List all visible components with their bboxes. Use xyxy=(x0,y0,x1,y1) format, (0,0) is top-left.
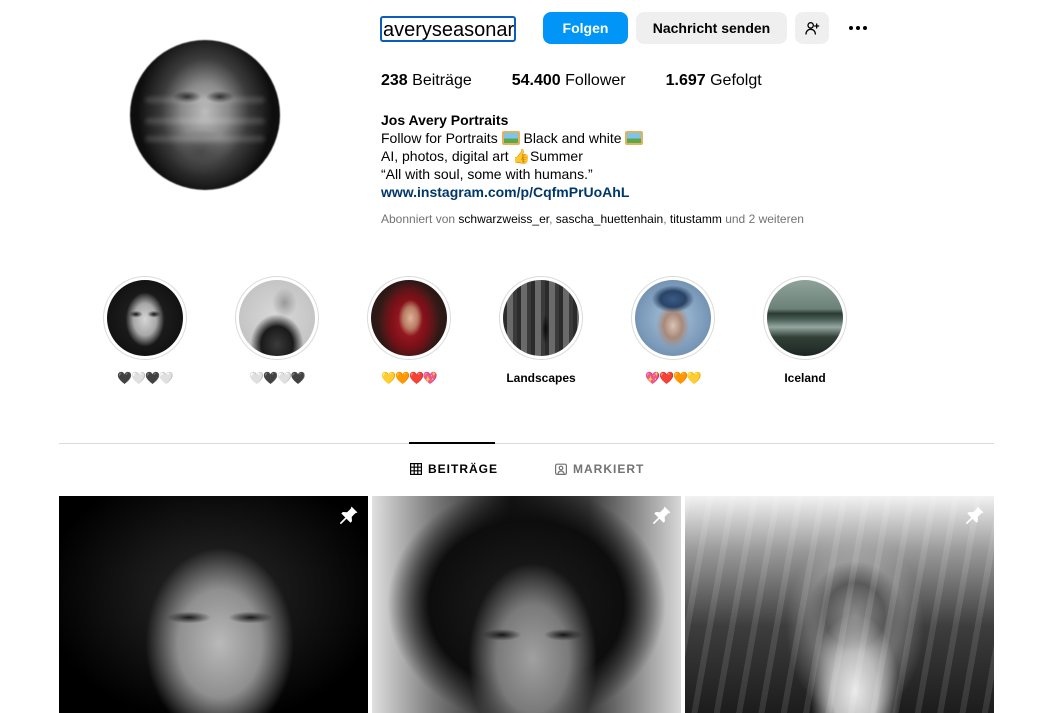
tagged-icon xyxy=(555,463,567,475)
highlight-label: 💛🧡❤️💖 xyxy=(381,371,438,385)
following-count-value: 1.697 xyxy=(665,72,706,89)
more-options-button[interactable] xyxy=(842,12,874,44)
highlight-cover xyxy=(239,280,315,356)
post-thumbnail[interactable] xyxy=(372,496,681,713)
framed-picture-icon xyxy=(501,131,520,145)
suggest-user-button[interactable] xyxy=(795,12,829,44)
grid-icon xyxy=(410,463,422,475)
bio-line-2-text-a: AI, photos, digital art xyxy=(381,148,513,164)
highlight-ring xyxy=(763,276,847,360)
highlight-item[interactable]: Iceland xyxy=(763,276,847,386)
highlight-cover xyxy=(767,280,843,356)
bio-line-2: AI, photos, digital art 👍Summer xyxy=(381,147,643,165)
followed-by-user-1[interactable]: schwarzweiss_er xyxy=(458,212,549,226)
followed-by-separator: , xyxy=(663,212,670,226)
profile-bio: Jos Avery Portraits Follow for Portraits… xyxy=(381,111,644,201)
tab-tagged-label: MARKIERT xyxy=(573,462,645,476)
post-thumbnail[interactable] xyxy=(685,496,994,713)
highlight-label: Landscapes xyxy=(506,371,576,385)
following-count-label: Gefolgt xyxy=(710,72,762,89)
pin-icon xyxy=(340,506,358,524)
highlight-label: 🖤🤍🖤🤍 xyxy=(117,371,174,385)
highlight-label: Iceland xyxy=(784,371,826,385)
followers-count-label: Follower xyxy=(565,72,626,89)
highlight-cover xyxy=(107,280,183,356)
highlight-item[interactable]: 🤍🖤🤍🖤 xyxy=(235,276,319,386)
followers-count[interactable]: 54.400 Follower xyxy=(512,72,626,90)
pin-icon xyxy=(966,506,984,524)
highlight-item[interactable]: Landscapes xyxy=(499,276,583,386)
followed-by-separator: , xyxy=(549,212,556,226)
follow-button[interactable]: Folgen xyxy=(543,12,628,44)
tab-tagged[interactable]: MARKIERT xyxy=(555,462,644,476)
highlight-ring xyxy=(631,276,715,360)
highlight-ring xyxy=(367,276,451,360)
tab-posts[interactable]: BEITRÄGE xyxy=(410,462,498,476)
highlight-item[interactable]: 💛🧡❤️💖 xyxy=(367,276,451,386)
post-image-texture xyxy=(685,496,994,713)
pin-icon xyxy=(653,506,671,524)
profile-stats: 238 Beiträge 54.400 Follower 1.697 Gefol… xyxy=(381,72,802,90)
posts-count-label: Beiträge xyxy=(412,72,472,89)
bio-line-1-text-b: Black and white xyxy=(519,130,626,146)
tabs-divider xyxy=(59,443,994,444)
send-message-button[interactable]: Nachricht senden xyxy=(636,12,787,44)
followed-by-text[interactable]: Abonniert von schwarzweiss_er, sascha_hu… xyxy=(381,212,804,226)
highlight-item[interactable]: 🖤🤍🖤🤍 xyxy=(103,276,187,386)
followed-by-suffix: und 2 weiteren xyxy=(721,212,804,226)
profile-full-name: Jos Avery Portraits xyxy=(381,112,509,128)
bio-link[interactable]: www.instagram.com/p/CqfmPrUoAhL xyxy=(381,183,643,201)
active-tab-indicator xyxy=(409,442,495,444)
highlight-ring xyxy=(499,276,583,360)
person-plus-icon xyxy=(805,22,820,35)
username-field[interactable]: averyseasonart xyxy=(380,16,516,42)
highlight-label: 🤍🖤🤍🖤 xyxy=(249,371,306,385)
posts-count-value: 238 xyxy=(381,72,408,89)
highlight-ring xyxy=(103,276,187,360)
highlight-ring xyxy=(235,276,319,360)
profile-avatar[interactable] xyxy=(130,40,280,190)
bio-line-3: “All with soul, some with humans.” xyxy=(381,166,593,182)
followed-by-user-2[interactable]: sascha_huettenhain xyxy=(556,212,663,226)
highlight-cover xyxy=(635,280,711,356)
following-count[interactable]: 1.697 Gefolgt xyxy=(666,72,762,90)
highlight-item[interactable]: 💖❤️🧡💛 xyxy=(631,276,715,386)
bio-line-1: Follow for Portraits Black and white xyxy=(381,129,644,147)
followed-by-user-3[interactable]: titustamm xyxy=(670,212,722,226)
posts-count: 238 Beiträge xyxy=(381,72,472,90)
bio-line-2-text-b: Summer xyxy=(529,148,583,164)
post-thumbnail[interactable] xyxy=(59,496,368,713)
tab-posts-label: BEITRÄGE xyxy=(428,462,499,476)
highlight-cover xyxy=(503,280,579,356)
followed-by-prefix: Abonniert von xyxy=(381,212,459,226)
thumbs-up-icon: 👍 xyxy=(512,148,530,164)
ellipsis-icon xyxy=(849,26,867,30)
highlight-label: 💖❤️🧡💛 xyxy=(645,371,702,385)
story-highlights: 🖤🤍🖤🤍 🤍🖤🤍🖤 💛🧡❤️💖 Landscapes 💖❤️🧡💛 Iceland xyxy=(103,276,863,391)
bio-line-1-text-a: Follow for Portraits xyxy=(381,130,502,146)
followers-count-value: 54.400 xyxy=(511,72,561,89)
framed-picture-icon xyxy=(625,131,644,145)
highlight-cover xyxy=(371,280,447,356)
